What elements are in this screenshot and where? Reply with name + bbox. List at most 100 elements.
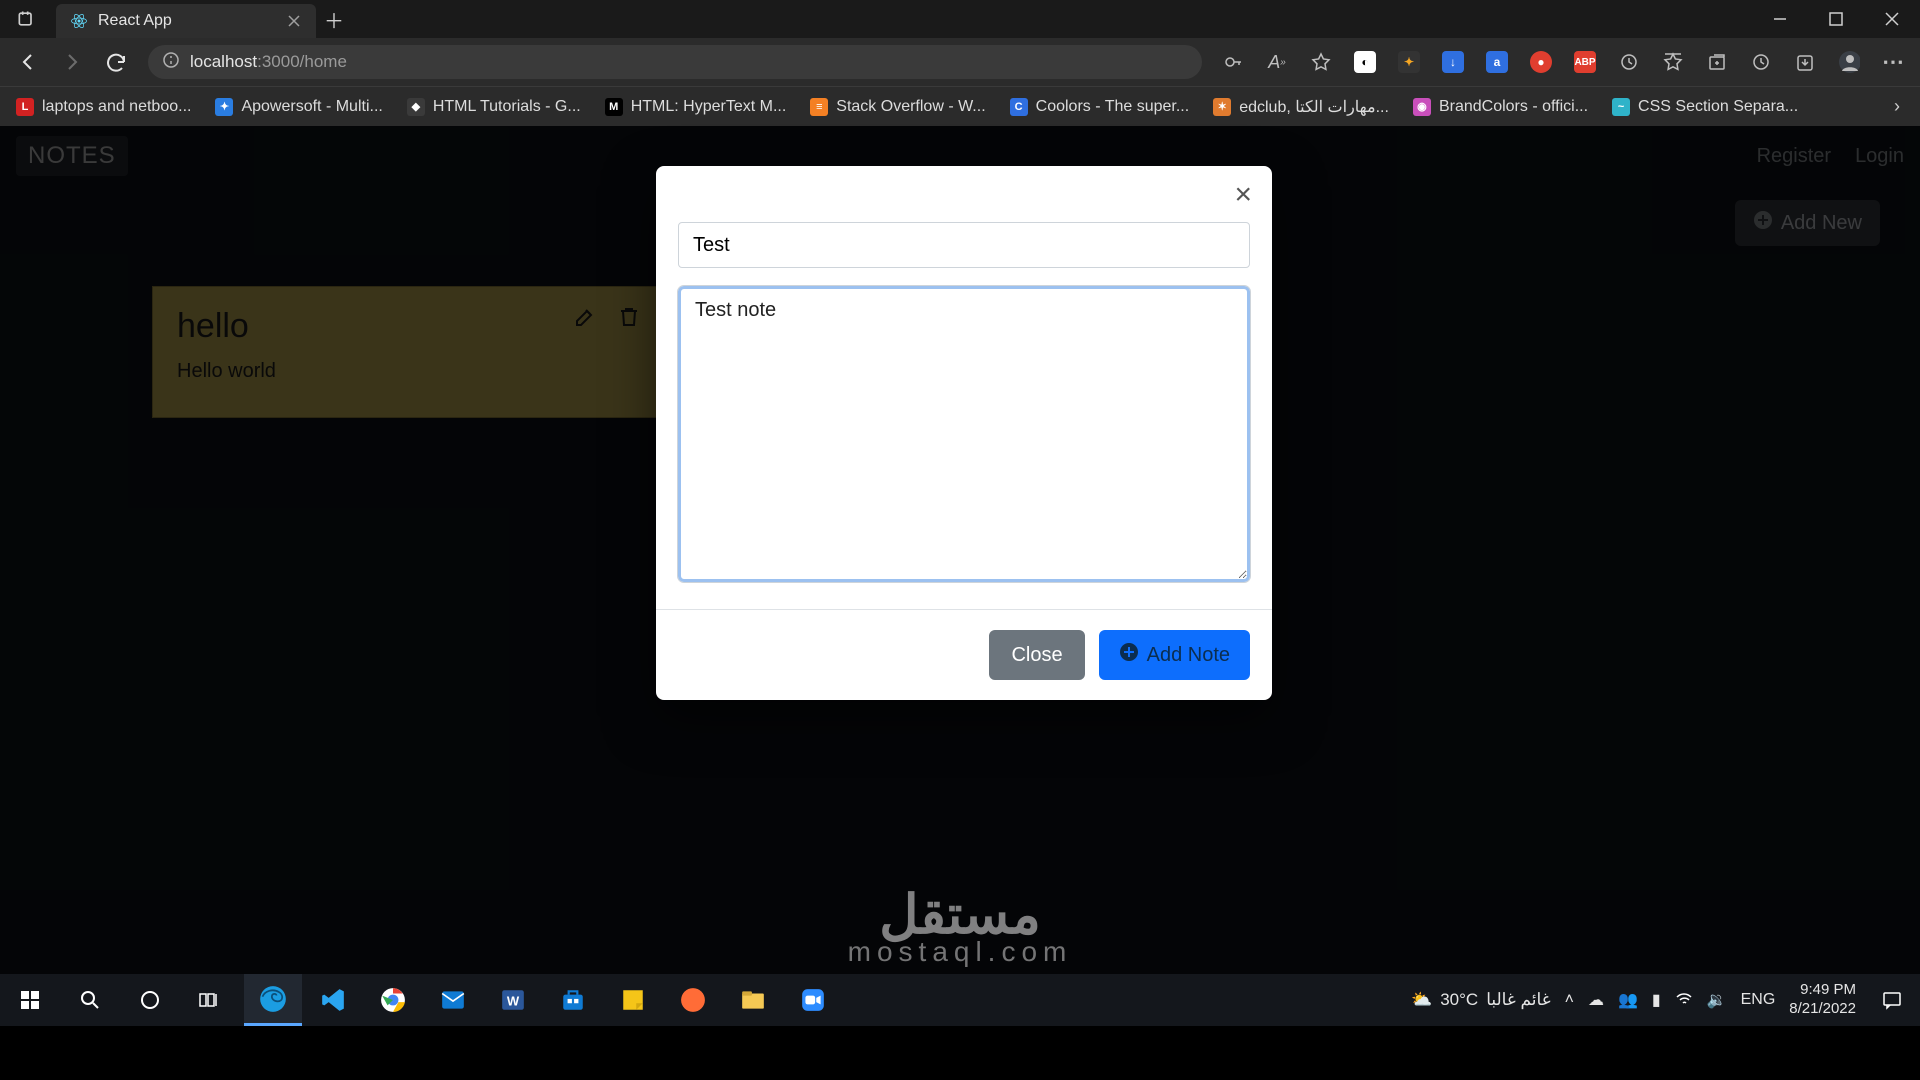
- extension-icon[interactable]: ✦: [1398, 51, 1420, 73]
- extension-icon[interactable]: ↓: [1442, 51, 1464, 73]
- bookmark-label: edclub, مهارات الكتا...: [1239, 97, 1389, 117]
- taskbar-explorer-icon[interactable]: [724, 974, 782, 1026]
- weather-desc: غائم غالبا: [1486, 990, 1550, 1010]
- add-note-modal: × Close Add Note: [656, 166, 1272, 700]
- site-info-icon[interactable]: [162, 51, 180, 74]
- favorites-bar-icon[interactable]: [1662, 51, 1684, 73]
- menu-icon[interactable]: ⋯: [1882, 51, 1904, 73]
- taskbar-time: 9:49 PM: [1800, 981, 1856, 1000]
- start-button[interactable]: [0, 974, 60, 1026]
- adblock-icon[interactable]: ABP: [1574, 51, 1596, 73]
- bookmarks-overflow-icon[interactable]: ›: [1882, 96, 1912, 117]
- nav-bar: localhost:3000/home A» ◐ ✦ ↓ a ● ABP ⋯: [0, 38, 1920, 86]
- extension-icon[interactable]: ●: [1530, 51, 1552, 73]
- taskbar-sticky-notes-icon[interactable]: [604, 974, 662, 1026]
- taskbar-vscode-icon[interactable]: [304, 974, 362, 1026]
- bookmark-label: BrandColors - offici...: [1439, 98, 1588, 116]
- toolbar-actions: A» ◐ ✦ ↓ a ● ABP ⋯: [1214, 51, 1912, 73]
- taskbar-store-icon[interactable]: [544, 974, 602, 1026]
- back-button[interactable]: [8, 42, 48, 82]
- bookmark-item[interactable]: ◆ HTML Tutorials - G...: [399, 94, 589, 120]
- tab-strip: React App ＋: [0, 0, 1920, 38]
- cortana-button[interactable]: [120, 974, 180, 1026]
- modal-close-footer-button[interactable]: Close: [989, 630, 1084, 680]
- taskbar-zoom-icon[interactable]: [784, 974, 842, 1026]
- favorite-icon[interactable]: [1310, 51, 1332, 73]
- extension-icon[interactable]: a: [1486, 51, 1508, 73]
- taskbar-clock[interactable]: 9:49 PM 8/21/2022: [1789, 981, 1856, 1019]
- tray-onedrive-icon[interactable]: ☁: [1588, 990, 1604, 1010]
- modal-add-note-button[interactable]: Add Note: [1099, 630, 1250, 680]
- taskbar-chrome-icon[interactable]: [364, 974, 422, 1026]
- bookmark-label: laptops and netboo...: [42, 98, 191, 116]
- modal-close-button[interactable]: ×: [1214, 166, 1272, 210]
- browser-tab[interactable]: React App: [56, 4, 316, 38]
- history-icon[interactable]: [1750, 51, 1772, 73]
- plus-circle-icon: [1119, 642, 1139, 668]
- note-body-textarea[interactable]: [678, 286, 1250, 582]
- window-close-button[interactable]: [1864, 0, 1920, 38]
- note-title-input[interactable]: [678, 222, 1250, 268]
- modal-add-note-label: Add Note: [1147, 644, 1230, 667]
- address-bar[interactable]: localhost:3000/home: [148, 45, 1202, 79]
- downloads-icon[interactable]: [1794, 51, 1816, 73]
- bookmark-item[interactable]: Llaptops and netboo...: [8, 94, 199, 120]
- tray-usb-icon[interactable]: ▮: [1652, 990, 1661, 1010]
- password-icon[interactable]: [1222, 51, 1244, 73]
- extension-icon[interactable]: ◐: [1354, 51, 1376, 73]
- bookmark-item[interactable]: ✦ Apowersoft - Multi...: [207, 94, 390, 120]
- taskbar-date: 8/21/2022: [1789, 1000, 1856, 1019]
- bookmark-label: HTML: HyperText M...: [631, 98, 787, 116]
- window-controls: [1752, 0, 1920, 38]
- profile-icon[interactable]: [1838, 51, 1860, 73]
- bookmark-favicon-icon: ◆: [407, 98, 425, 116]
- bookmark-item[interactable]: C Coolors - The super...: [1002, 94, 1198, 120]
- bookmark-label: HTML Tutorials - G...: [433, 98, 581, 116]
- taskbar-word-icon[interactable]: W: [484, 974, 542, 1026]
- task-view-button[interactable]: [180, 974, 240, 1026]
- bookmark-favicon-icon: ≡: [810, 98, 828, 116]
- tray-meet-now-icon[interactable]: 👥: [1618, 990, 1638, 1010]
- browser-chrome: React App ＋ localhost:3000/home A» ◐: [0, 0, 1920, 126]
- new-tab-button[interactable]: ＋: [316, 0, 352, 38]
- svg-text:W: W: [507, 993, 520, 1008]
- tray-volume-icon[interactable]: 🔉: [1707, 990, 1727, 1010]
- bookmark-item[interactable]: ~ CSS Section Separa...: [1604, 94, 1806, 120]
- system-tray: ˄ ☁ 👥 ▮ 🔉 ENG: [1565, 989, 1776, 1012]
- bookmark-item[interactable]: ✶ edclub, مهارات الكتا...: [1205, 93, 1397, 121]
- bookmark-favicon-icon: C: [1010, 98, 1028, 116]
- taskbar-mail-icon[interactable]: [424, 974, 482, 1026]
- sync-icon[interactable]: [1618, 51, 1640, 73]
- bookmark-favicon-icon: M: [605, 98, 623, 116]
- window-minimize-button[interactable]: [1752, 0, 1808, 38]
- tab-close-icon[interactable]: [286, 13, 302, 29]
- tray-language[interactable]: ENG: [1741, 991, 1776, 1009]
- window-maximize-button[interactable]: [1808, 0, 1864, 38]
- taskbar-edge-icon[interactable]: [244, 974, 302, 1026]
- bookmark-item[interactable]: ≡Stack Overflow - W...: [802, 94, 993, 120]
- read-aloud-icon[interactable]: A»: [1266, 51, 1288, 73]
- collections-icon[interactable]: [1706, 51, 1728, 73]
- url-text: localhost:3000/home: [190, 52, 347, 72]
- taskbar-postman-icon[interactable]: [664, 974, 722, 1026]
- bookmark-label: Apowersoft - Multi...: [241, 98, 382, 116]
- bookmark-favicon-icon: ✶: [1213, 98, 1231, 116]
- tab-title: React App: [98, 12, 276, 30]
- bookmark-label: CSS Section Separa...: [1638, 98, 1798, 116]
- action-center-icon[interactable]: [1870, 974, 1914, 1026]
- bookmark-favicon-icon: ◉: [1413, 98, 1431, 116]
- tablist-button[interactable]: [0, 0, 52, 38]
- windows-taskbar: W ⛅ 30°C غائم غالبا ˄ ☁ 👥 ▮ 🔉 ENG 9:49 P…: [0, 974, 1920, 1026]
- weather-temp: 30°C: [1440, 990, 1478, 1010]
- refresh-button[interactable]: [96, 42, 136, 82]
- forward-button[interactable]: [52, 42, 92, 82]
- taskbar-weather[interactable]: ⛅ 30°C غائم غالبا: [1411, 990, 1551, 1010]
- bookmark-label: Coolors - The super...: [1036, 98, 1190, 116]
- tray-wifi-icon[interactable]: [1675, 989, 1693, 1012]
- bookmark-favicon-icon: ✦: [215, 98, 233, 116]
- bookmark-item[interactable]: ◉ BrandColors - offici...: [1405, 94, 1596, 120]
- tray-overflow-icon[interactable]: ˄: [1565, 991, 1574, 1009]
- search-button[interactable]: [60, 974, 120, 1026]
- bookmark-favicon-icon: ~: [1612, 98, 1630, 116]
- bookmark-item[interactable]: M HTML: HyperText M...: [597, 94, 795, 120]
